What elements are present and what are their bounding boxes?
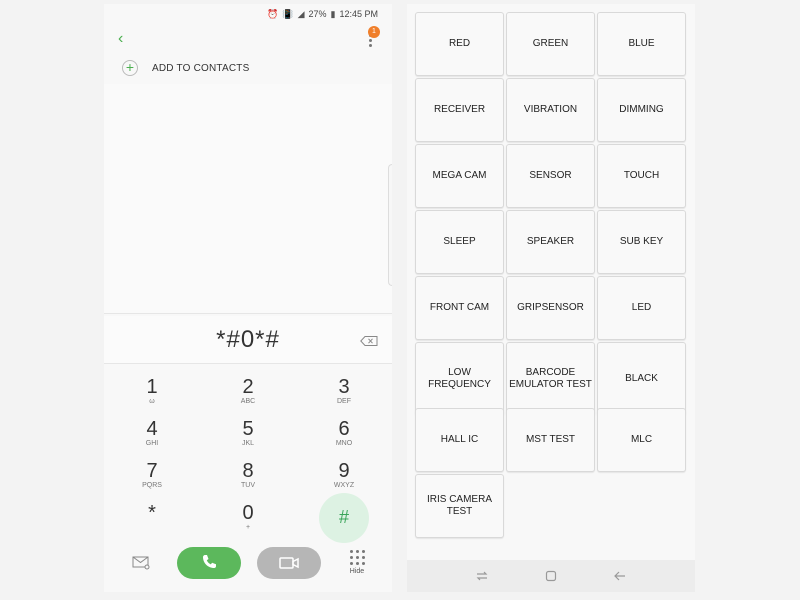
test-speaker-button[interactable]: SPEAKER [506, 210, 595, 274]
battery-icon: ▮ [330, 8, 336, 19]
test-receiver-button[interactable]: RECEIVER [415, 78, 504, 142]
dialer-screen: ⏰ 📳 ◢ 27% ▮ 12:45 PM ‹ 1 + ADD TO CONTAC… [104, 4, 392, 592]
key-4[interactable]: 4 GHI [104, 410, 200, 452]
test-barcode-emulator-button[interactable]: BARCODE EMULATOR TEST [506, 342, 595, 416]
vibrate-icon: 📳 [282, 8, 294, 19]
test-red-button[interactable]: RED [415, 12, 504, 76]
test-blue-button[interactable]: BLUE [597, 12, 686, 76]
dialer-bottom-bar: Hide [104, 544, 392, 592]
phone-icon [203, 555, 216, 568]
key-3[interactable]: 3 DEF [296, 368, 392, 410]
plus-icon: + [122, 60, 138, 76]
navigation-bar [407, 560, 695, 592]
dialer-top-bar: ‹ 1 [104, 26, 392, 54]
hide-keypad-button[interactable]: Hide [342, 550, 372, 575]
entered-number: *#0*# [216, 326, 280, 353]
test-led-button[interactable]: LED [597, 276, 686, 340]
back-icon[interactable] [613, 569, 627, 583]
key-2[interactable]: 2 ABC [200, 368, 296, 410]
home-icon[interactable] [544, 569, 558, 583]
test-mst-button[interactable]: MST TEST [506, 408, 595, 472]
video-camera-icon [279, 557, 299, 569]
hardware-test-screen: RED GREEN BLUE RECEIVER VIBRATION DIMMIN… [407, 4, 695, 592]
test-gripsensor-button[interactable]: GRIPSENSOR [506, 276, 595, 340]
key-7[interactable]: 7 PQRS [104, 452, 200, 494]
key-6[interactable]: 6 MNO [296, 410, 392, 452]
status-time: 12:45 PM [339, 9, 378, 19]
add-to-contacts-button[interactable]: + ADD TO CONTACTS [122, 60, 249, 76]
signal-icon: ◢ [297, 8, 305, 19]
key-star[interactable]: * [104, 494, 200, 536]
edge-panel-handle[interactable] [388, 164, 392, 286]
status-bar: ⏰ 📳 ◢ 27% ▮ 12:45 PM [104, 4, 392, 24]
test-low-frequency-button[interactable]: LOW FREQUENCY [415, 342, 504, 416]
test-green-button[interactable]: GREEN [506, 12, 595, 76]
test-button-grid: RED GREEN BLUE RECEIVER VIBRATION DIMMIN… [415, 12, 687, 538]
back-arrow-icon[interactable]: ‹ [118, 30, 123, 48]
test-dimming-button[interactable]: DIMMING [597, 78, 686, 142]
hide-label: Hide [349, 568, 365, 575]
call-button[interactable] [177, 547, 241, 579]
keypad-grid-icon [342, 550, 372, 565]
test-sensor-button[interactable]: SENSOR [506, 144, 595, 208]
test-iris-camera-button[interactable]: IRIS CAMERA TEST [415, 474, 504, 538]
recent-apps-icon[interactable] [475, 569, 489, 583]
voicemail-icon: ω [149, 398, 155, 405]
battery-percent: 27% [308, 9, 327, 19]
test-sleep-button[interactable]: SLEEP [415, 210, 504, 274]
key-5[interactable]: 5 JKL [200, 410, 296, 452]
video-call-button[interactable] [257, 547, 321, 579]
key-1[interactable]: 1 ω [104, 368, 200, 410]
test-mega-cam-button[interactable]: MEGA CAM [415, 144, 504, 208]
add-to-contacts-label: ADD TO CONTACTS [152, 62, 250, 74]
video-message-icon[interactable] [132, 556, 152, 570]
backspace-icon[interactable] [360, 336, 378, 346]
key-9[interactable]: 9 WXYZ [296, 452, 392, 494]
key-0[interactable]: 0 + [200, 494, 296, 536]
notification-badge: 1 [368, 26, 380, 38]
test-touch-button[interactable]: TOUCH [597, 144, 686, 208]
dial-keypad: 1 ω 2 ABC 3 DEF 4 GHI 5 JKL 6 MNO 7 PQRS… [104, 368, 392, 544]
test-front-cam-button[interactable]: FRONT CAM [415, 276, 504, 340]
test-vibration-button[interactable]: VIBRATION [506, 78, 595, 142]
alarm-icon: ⏰ [267, 8, 279, 19]
number-display: *#0*# [104, 316, 392, 364]
suggestions-area [104, 84, 392, 314]
key-hash[interactable]: # [296, 493, 392, 543]
test-hall-ic-button[interactable]: HALL IC [415, 408, 504, 472]
test-sub-key-button[interactable]: SUB KEY [597, 210, 686, 274]
test-black-button[interactable]: BLACK [597, 342, 686, 416]
test-mlc-button[interactable]: MLC [597, 408, 686, 472]
key-8[interactable]: 8 TUV [200, 452, 296, 494]
